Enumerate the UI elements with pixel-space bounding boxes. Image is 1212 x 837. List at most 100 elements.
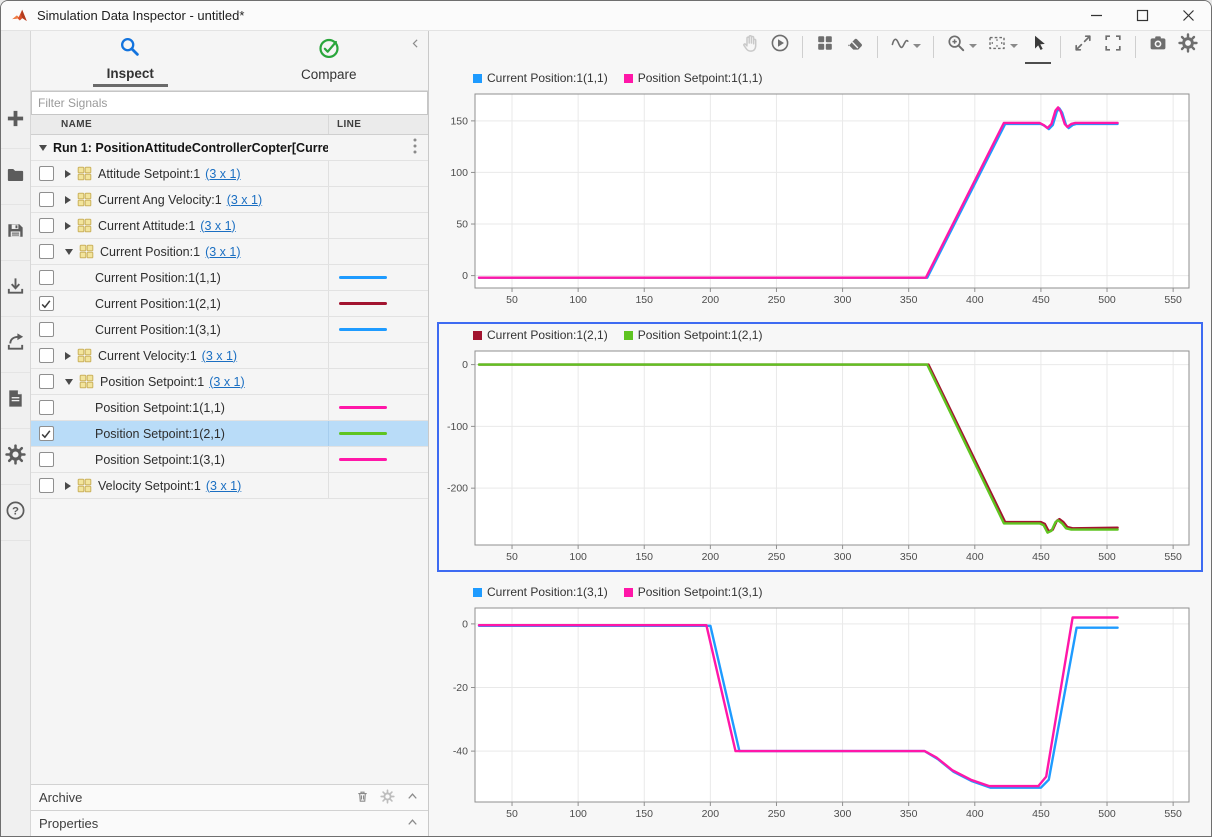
- line-style-swatch[interactable]: [339, 302, 387, 306]
- plot-canvas[interactable]: 501001502002503003504004505005500-20-40: [441, 602, 1199, 822]
- expander-right-icon[interactable]: [65, 352, 71, 360]
- collapse-sidebar-icon[interactable]: [409, 37, 422, 55]
- create-report-button[interactable]: [1, 373, 30, 429]
- line-style-swatch[interactable]: [339, 406, 387, 410]
- signal-row[interactable]: Current Position:1(3,1): [31, 317, 428, 343]
- preferences-button[interactable]: [1, 429, 30, 485]
- tab-inspect[interactable]: Inspect: [31, 31, 230, 90]
- signal-group-row[interactable]: Current Attitude:1(3 x 1): [31, 213, 428, 239]
- dimensions-link[interactable]: (3 x 1): [205, 245, 240, 259]
- fullscreen-button[interactable]: [1100, 30, 1126, 64]
- help-button[interactable]: ?: [1, 485, 30, 541]
- svg-text:400: 400: [966, 551, 984, 563]
- minimize-icon[interactable]: [1073, 1, 1119, 30]
- checkbox-unchecked[interactable]: [39, 348, 54, 363]
- line-style-swatch[interactable]: [339, 328, 387, 332]
- signal-group-row[interactable]: Current Velocity:1(3 x 1): [31, 343, 428, 369]
- plot-canvas[interactable]: 501001502002503003504004505005500-100-20…: [441, 345, 1199, 565]
- chevron-up-icon[interactable]: [405, 815, 420, 833]
- expander-right-icon[interactable]: [65, 222, 71, 230]
- show-signals-button[interactable]: [887, 30, 924, 64]
- plot-settings-button[interactable]: [1175, 30, 1201, 64]
- signal-group-row[interactable]: Current Position:1(3 x 1): [31, 239, 428, 265]
- export-button[interactable]: [1, 317, 30, 373]
- trash-icon[interactable]: [355, 789, 370, 807]
- checkbox-unchecked[interactable]: [39, 322, 54, 337]
- dimensions-link[interactable]: (3 x 1): [202, 349, 237, 363]
- checkbox-unchecked[interactable]: [39, 270, 54, 285]
- kebab-menu-icon[interactable]: [412, 137, 418, 158]
- expander-right-icon[interactable]: [65, 196, 71, 204]
- fit-to-view-button[interactable]: [984, 30, 1021, 64]
- save-button[interactable]: [1, 205, 30, 261]
- checkbox-unchecked[interactable]: [39, 192, 54, 207]
- signal-row[interactable]: Current Position:1(1,1): [31, 265, 428, 291]
- archive-bar[interactable]: Archive: [31, 784, 428, 810]
- properties-bar[interactable]: Properties: [31, 810, 428, 836]
- dimensions-link[interactable]: (3 x 1): [227, 193, 262, 207]
- signal-group-row[interactable]: Velocity Setpoint:1(3 x 1): [31, 473, 428, 499]
- expander-down-icon[interactable]: [39, 145, 47, 151]
- pointer-button[interactable]: [1025, 30, 1051, 64]
- toolbar-separator: [877, 36, 878, 58]
- plot-canvas[interactable]: 5010015020025030035040045050055005010015…: [441, 88, 1199, 308]
- signal-row[interactable]: Current Position:1(2,1): [31, 291, 428, 317]
- checkbox-unchecked[interactable]: [39, 452, 54, 467]
- checkbox-checked[interactable]: [39, 296, 54, 311]
- zoom-button[interactable]: [943, 30, 980, 64]
- table-header: NAME LINE: [31, 115, 428, 135]
- import-button[interactable]: [1, 261, 30, 317]
- maximize-icon[interactable]: [1119, 1, 1165, 30]
- plus-icon: [5, 108, 26, 134]
- report-icon: [5, 388, 26, 414]
- grid-layout-icon: [815, 33, 835, 58]
- expander-down-icon[interactable]: [65, 249, 73, 255]
- expander-right-icon[interactable]: [65, 170, 71, 178]
- subplot-2-selected[interactable]: Current Position:1(2,1)Position Setpoint…: [437, 322, 1203, 572]
- tab-compare[interactable]: Compare: [230, 31, 429, 90]
- replay-button[interactable]: [767, 30, 793, 64]
- group-label: Current Ang Velocity:1: [98, 193, 222, 207]
- checkbox-unchecked[interactable]: [39, 244, 54, 259]
- checkbox-unchecked[interactable]: [39, 478, 54, 493]
- open-button[interactable]: [1, 149, 30, 205]
- fullscreen-icon: [1103, 33, 1123, 58]
- expander-right-icon[interactable]: [65, 482, 71, 490]
- checkbox-checked[interactable]: [39, 426, 54, 441]
- dimensions-link[interactable]: (3 x 1): [205, 167, 240, 181]
- close-icon[interactable]: [1165, 1, 1211, 30]
- group-label: Attitude Setpoint:1: [98, 167, 200, 181]
- dimensions-link[interactable]: (3 x 1): [206, 479, 241, 493]
- snapshot-button[interactable]: [1145, 30, 1171, 64]
- dimensions-link[interactable]: (3 x 1): [200, 219, 235, 233]
- gear-icon[interactable]: [380, 789, 395, 807]
- filter-signals-input[interactable]: [31, 91, 428, 115]
- checkbox-unchecked[interactable]: [39, 166, 54, 181]
- signal-row[interactable]: Position Setpoint:1(3,1): [31, 447, 428, 473]
- svg-text:550: 550: [1164, 551, 1182, 563]
- subplot-3[interactable]: Current Position:1(3,1)Position Setpoint…: [437, 579, 1203, 829]
- checkbox-unchecked[interactable]: [39, 218, 54, 233]
- svg-text:550: 550: [1164, 808, 1182, 820]
- signal-row[interactable]: Position Setpoint:1(1,1): [31, 395, 428, 421]
- line-style-swatch[interactable]: [339, 432, 387, 436]
- checkbox-unchecked[interactable]: [39, 400, 54, 415]
- signal-group-row[interactable]: Position Setpoint:1(3 x 1): [31, 369, 428, 395]
- add-button[interactable]: [1, 93, 30, 149]
- subplot-1[interactable]: Current Position:1(1,1)Position Setpoint…: [437, 65, 1203, 315]
- run-row[interactable]: Run 1: PositionAttitudeControllerCopter[…: [31, 135, 428, 161]
- signal-row[interactable]: Position Setpoint:1(2,1): [31, 421, 428, 447]
- clear-subplots-button[interactable]: [842, 30, 868, 64]
- checkbox-unchecked[interactable]: [39, 374, 54, 389]
- pointer-icon: [1028, 33, 1048, 58]
- signal-group-row[interactable]: Current Ang Velocity:1 (3 x 1): [31, 187, 428, 213]
- subplot-layout-button[interactable]: [812, 30, 838, 64]
- expand-button[interactable]: [1070, 30, 1096, 64]
- line-style-swatch[interactable]: [339, 276, 387, 280]
- plot-pane: Current Position:1(1,1)Position Setpoint…: [429, 31, 1211, 836]
- expander-down-icon[interactable]: [65, 379, 73, 385]
- signal-group-row[interactable]: Attitude Setpoint:1 (3 x 1): [31, 161, 428, 187]
- chevron-up-icon[interactable]: [405, 789, 420, 807]
- dimensions-link[interactable]: (3 x 1): [209, 375, 244, 389]
- line-style-swatch[interactable]: [339, 458, 387, 462]
